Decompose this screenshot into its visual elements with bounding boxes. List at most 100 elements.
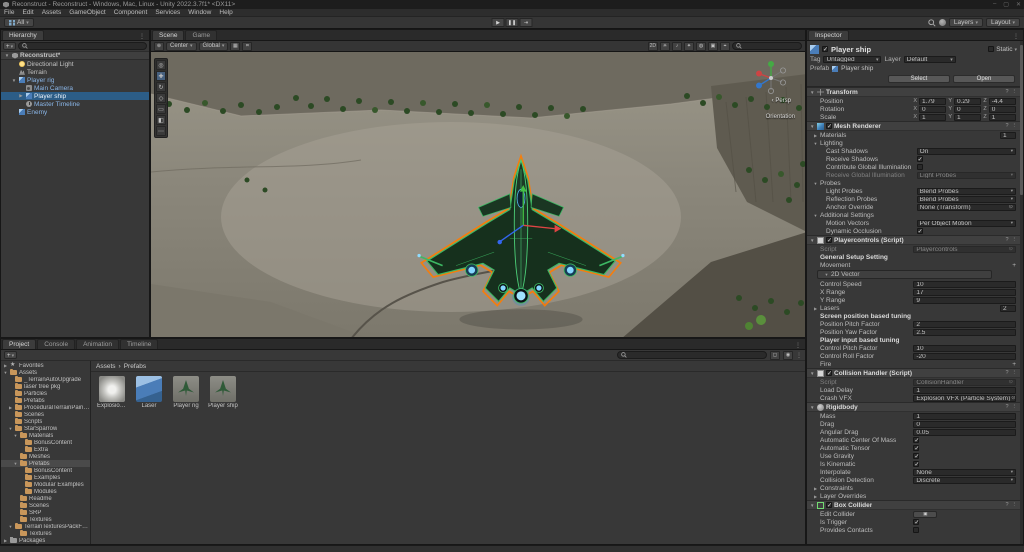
scene-search[interactable] bbox=[732, 42, 802, 50]
foldout-arrow[interactable]: ▼ bbox=[13, 461, 18, 466]
folder-row[interactable]: ▼ Assets bbox=[1, 368, 90, 376]
inspector-row[interactable]: Provides Contacts X Y Z bbox=[807, 526, 1020, 534]
inspector-row[interactable]: Fire X Y Z bbox=[807, 360, 1020, 368]
component-enable-checkbox[interactable] bbox=[826, 370, 832, 377]
foldout-arrow[interactable]: ▼ bbox=[810, 503, 815, 508]
menu-item[interactable]: Window bbox=[184, 9, 215, 16]
folder-row[interactable]: Examples bbox=[1, 473, 90, 481]
dropdown-field[interactable]: Light Probes bbox=[916, 171, 1016, 179]
inspector-row[interactable]: ▶ Constraints X Y Z bbox=[807, 484, 1020, 492]
layers-dropdown[interactable]: Layers bbox=[948, 18, 983, 27]
property-checkbox[interactable] bbox=[913, 519, 919, 526]
folder-row[interactable]: Particles bbox=[1, 389, 90, 397]
inspector-row[interactable]: Y Range X Y Z 9 9 bbox=[807, 296, 1020, 304]
folder-row[interactable]: Scenes bbox=[1, 501, 90, 509]
inspector-row[interactable]: Contribute Global Illumination X Y Z bbox=[807, 163, 1020, 171]
menu-item[interactable]: Component bbox=[110, 9, 152, 16]
play-button[interactable]: ▶ bbox=[491, 18, 505, 27]
foldout-arrow[interactable]: ▼ bbox=[810, 90, 815, 95]
inspector-row[interactable]: Player input based tuning X Y Z bbox=[807, 336, 1020, 344]
number-field[interactable]: 0.05 bbox=[913, 428, 1016, 436]
inspector-row[interactable]: Scale X1 Y1 Z1 bbox=[807, 113, 1020, 121]
snap-increment-icon[interactable]: ⌗ bbox=[242, 41, 253, 51]
foldout-arrow[interactable]: ▼ bbox=[813, 213, 818, 218]
audio-toggle[interactable]: ♪ bbox=[672, 41, 682, 51]
rect-tool[interactable]: ▭ bbox=[156, 104, 166, 114]
component-header[interactable]: ▼ Rigidbody ? bbox=[807, 402, 1020, 412]
component-enable-checkbox[interactable] bbox=[826, 237, 832, 244]
bottom-panel-tab[interactable]: Timeline bbox=[120, 339, 159, 349]
add-binding-button[interactable] bbox=[1012, 262, 1016, 269]
folder-row[interactable]: BonusContent bbox=[1, 438, 90, 446]
x-field[interactable]: 0 bbox=[919, 105, 947, 113]
panel-menu-icon[interactable] bbox=[139, 33, 145, 40]
inspector-row[interactable]: ▼ 2D Vector X Y Z bbox=[817, 270, 992, 279]
property-checkbox[interactable] bbox=[913, 445, 919, 452]
inspector-row[interactable]: Screen position based tuning X Y Z bbox=[807, 312, 1020, 320]
folder-row[interactable]: ▼ TerrainTexturesPackFree bbox=[1, 522, 90, 530]
project-content-area[interactable]: Assets › Prefabs Explosion VFX Las bbox=[91, 361, 805, 544]
inspector-row[interactable]: X Range X Y Z 17 17 bbox=[807, 288, 1020, 296]
folder-row[interactable]: ▼ Materials bbox=[1, 431, 90, 439]
help-icon[interactable]: ? bbox=[1005, 89, 1008, 95]
folder-row[interactable]: ▼ StarSparrow bbox=[1, 424, 90, 432]
inspector-row[interactable]: Angular Drag X Y Z 0.05 0.05 bbox=[807, 428, 1020, 436]
lock-icon[interactable]: ◉ bbox=[783, 350, 793, 360]
tool-handle-icon[interactable]: ⊕ bbox=[154, 41, 164, 51]
inspector-row[interactable]: Anchor Override X Y Z None (Transform) bbox=[807, 203, 1020, 211]
inspector-row[interactable]: Automatic Center Of Mass X Y Z bbox=[807, 436, 1020, 444]
inspector-row[interactable]: Movement X Y Z bbox=[807, 261, 1020, 269]
lighting-toggle[interactable]: ☀ bbox=[660, 41, 670, 51]
minimize-button[interactable]: – bbox=[993, 1, 996, 8]
foldout-arrow[interactable]: ▶ bbox=[8, 405, 13, 410]
folder-row[interactable]: Readme bbox=[1, 494, 90, 502]
folder-row[interactable]: laser tree pkg bbox=[1, 382, 90, 390]
foldout-arrow[interactable]: ▼ bbox=[13, 433, 18, 438]
asset-item[interactable]: Player ship bbox=[208, 376, 238, 409]
foldout-arrow[interactable]: ▼ bbox=[11, 78, 17, 83]
inspector-row[interactable]: Script X Y Z CollisionHandler Col bbox=[807, 378, 1020, 386]
dropdown-field[interactable]: Discrete bbox=[913, 476, 1016, 484]
scene-search-input[interactable] bbox=[744, 43, 798, 49]
static-checkbox[interactable] bbox=[988, 46, 995, 52]
tag-dropdown[interactable]: Untagged bbox=[823, 56, 882, 63]
foldout-arrow[interactable]: ▶ bbox=[813, 133, 818, 138]
inspector-row[interactable]: Reflection Probes X Y Z Blend Probes bbox=[807, 195, 1020, 203]
layout-dropdown[interactable]: Layout bbox=[985, 18, 1020, 27]
project-search-input[interactable] bbox=[629, 352, 763, 358]
inspector-row[interactable]: Is Kinematic X Y Z bbox=[807, 460, 1020, 468]
inspector-row[interactable]: Dynamic Occlusion X Y Z bbox=[807, 227, 1020, 235]
inspector-row[interactable]: Light Probes X Y Z Blend Probes B bbox=[807, 187, 1020, 195]
inspector-row[interactable]: Position X 1.79 Y 0.29 Z -4.4 bbox=[807, 97, 1020, 105]
inspector-row[interactable]: Control Speed X Y Z 10 10 bbox=[807, 280, 1020, 288]
help-icon[interactable]: ? bbox=[1005, 237, 1008, 243]
scene-visibility-toggle[interactable]: ◍ bbox=[696, 41, 706, 51]
menu-item[interactable]: Help bbox=[215, 9, 236, 16]
number-field[interactable]: 10 bbox=[913, 280, 1016, 288]
inspector-scrollbar[interactable] bbox=[1020, 41, 1023, 544]
foldout-arrow[interactable]: ▼ bbox=[8, 524, 13, 529]
inspector-row[interactable]: Automatic Tensor X Y Z bbox=[807, 444, 1020, 452]
pause-button[interactable]: ❚❚ bbox=[505, 18, 519, 27]
number-field[interactable]: 1 bbox=[913, 386, 1016, 394]
layer-dropdown[interactable]: Default bbox=[903, 56, 956, 63]
y-field[interactable]: 0 bbox=[954, 105, 982, 113]
folder-row[interactable]: _TerrainAutoUpgrade bbox=[1, 375, 90, 383]
foldout-arrow[interactable]: ▼ bbox=[813, 181, 818, 186]
component-menu-icon[interactable] bbox=[1012, 502, 1018, 508]
folder-row[interactable]: ▼ Prefabs bbox=[1, 459, 90, 467]
bottom-panel-tab[interactable]: Console bbox=[37, 339, 76, 349]
hierarchy-search-input[interactable] bbox=[30, 43, 143, 49]
prefab-select-button[interactable]: Select bbox=[888, 74, 950, 83]
hierarchy-item[interactable]: Enemy bbox=[1, 108, 149, 116]
view-tool[interactable]: ◎ bbox=[156, 60, 166, 70]
x-field[interactable]: 1 bbox=[919, 113, 947, 121]
panel-menu-icon[interactable] bbox=[795, 342, 801, 349]
maximize-button[interactable]: ▢ bbox=[1003, 1, 1009, 8]
inspector-scroll-area[interactable]: Player ship Static Tag Untagged Layer De… bbox=[807, 41, 1020, 544]
hierarchy-item[interactable]: Directional Light bbox=[1, 60, 149, 68]
inspector-row[interactable]: Motion Vectors X Y Z Per Object Motion bbox=[807, 219, 1020, 227]
folder-row[interactable]: ▶ ProceduralTerrainPainter bbox=[1, 403, 90, 411]
folder-row[interactable]: Prefabs bbox=[1, 396, 90, 404]
inspector-row[interactable]: Drag X Y Z 0 0 bbox=[807, 420, 1020, 428]
